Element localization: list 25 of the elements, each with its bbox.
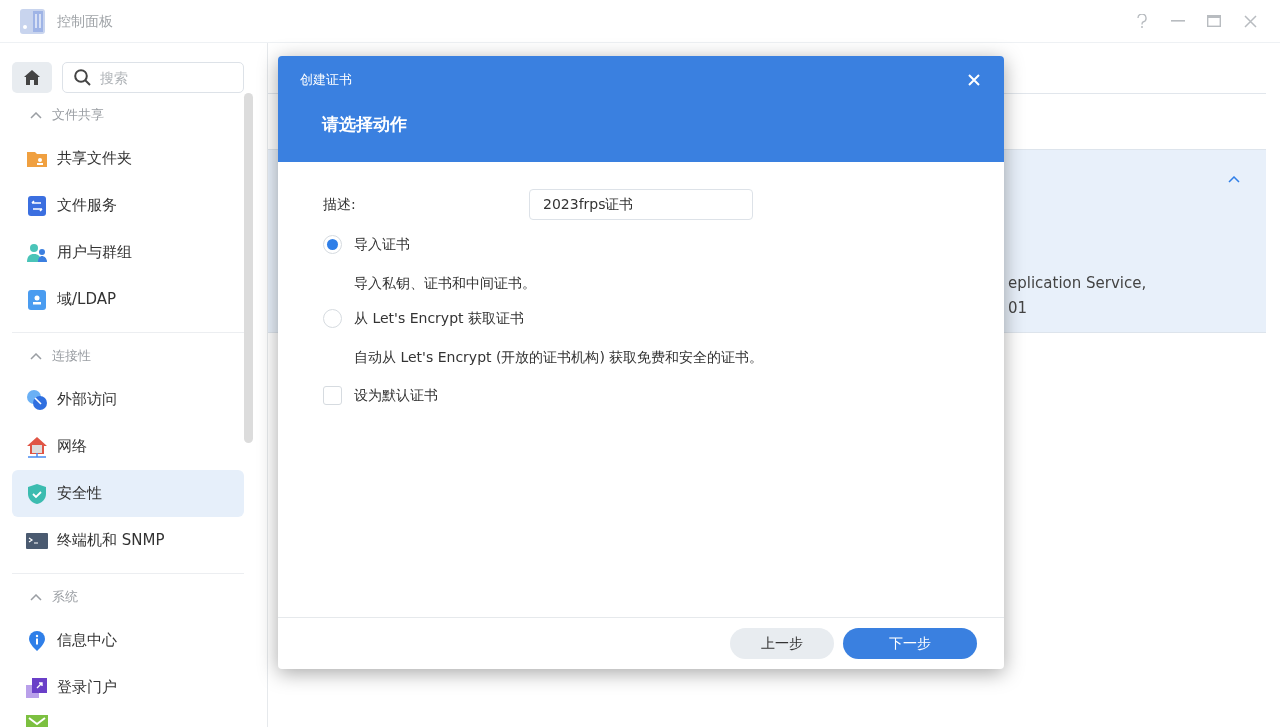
sidebar-item[interactable]: 域/LDAP bbox=[12, 276, 244, 323]
option-label[interactable]: 导入证书 bbox=[354, 233, 410, 255]
sidebar-item[interactable]: 安全性 bbox=[12, 470, 244, 517]
option-hint: 自动从 Let's Encrypt (开放的证书机构) 获取免费和安全的证书。 bbox=[354, 348, 765, 367]
next-button[interactable]: 下一步 bbox=[843, 628, 977, 659]
sidebar-item[interactable]: 终端机和 SNMP bbox=[12, 517, 244, 564]
detail-text: eplication Service, bbox=[1008, 273, 1148, 294]
sidebar-item[interactable]: 外部访问 bbox=[12, 376, 244, 423]
sidebar-item[interactable]: 网络 bbox=[12, 423, 244, 470]
option-hint: 导入私钥、证书和中间证书。 bbox=[354, 274, 537, 293]
sidebar-item[interactable]: 文件服务 bbox=[12, 182, 244, 229]
window-title: 控制面板 bbox=[57, 11, 113, 31]
checkbox-label[interactable]: 设为默认证书 bbox=[354, 384, 438, 406]
sidebar-item[interactable]: 用户与群组 bbox=[12, 229, 244, 276]
sidebar-item[interactable]: 信息中心 bbox=[12, 617, 244, 664]
field-label: 描述: bbox=[323, 195, 357, 214]
sidebar-item[interactable]: 登录门户 bbox=[12, 664, 244, 711]
dialog-title: 创建证书 bbox=[300, 71, 352, 89]
sidebar-item[interactable]: 共享文件夹 bbox=[12, 135, 244, 182]
option-label[interactable]: 从 Let's Encrypt 获取证书 bbox=[354, 307, 524, 329]
description-field[interactable]: 2023frps证书 bbox=[529, 189, 753, 220]
dialog-heading: 请选择动作 bbox=[322, 112, 408, 136]
back-button[interactable]: 上一步 bbox=[730, 628, 834, 659]
search-field[interactable]: 搜索 bbox=[62, 62, 244, 93]
detail-text: 01 bbox=[1008, 297, 1029, 319]
